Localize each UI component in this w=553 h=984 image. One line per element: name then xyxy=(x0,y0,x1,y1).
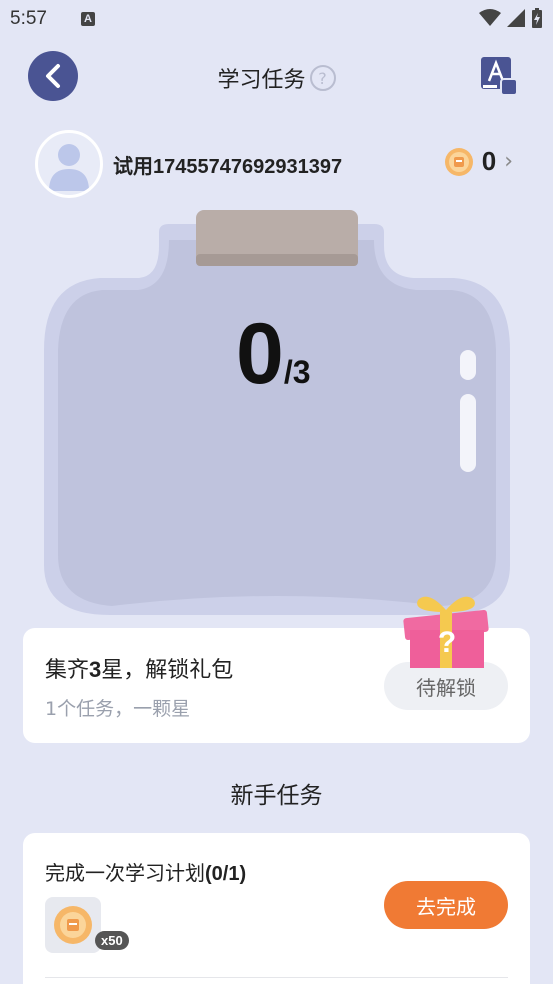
unlock-title: 集齐3星，解锁礼包 xyxy=(45,657,234,683)
coin-balance[interactable]: 0 › xyxy=(444,146,513,177)
user-info-row: 试用17455747692931397 0 › xyxy=(0,130,553,198)
header: 学习任务 ? xyxy=(0,50,553,102)
status-icons xyxy=(479,8,543,28)
reward-item xyxy=(45,897,101,953)
coin-count: 0 xyxy=(481,146,497,176)
status-bar: 5:57 A xyxy=(0,0,553,38)
reward-quantity-badge: x50 xyxy=(95,931,129,950)
page-title-container: 学习任务 ? xyxy=(0,62,553,94)
task-card: 完成一次学习计划(0/1) x50 去完成 xyxy=(23,833,530,984)
avatar[interactable] xyxy=(35,130,103,198)
svg-text:?: ? xyxy=(438,626,456,659)
star-progress-total: /3 xyxy=(283,354,311,390)
username: 试用17455747692931397 xyxy=(113,156,343,178)
coin-icon xyxy=(54,906,92,944)
pending-unlock-button[interactable]: 待解锁 xyxy=(384,662,508,710)
page-title: 学习任务 xyxy=(217,68,306,93)
user-silhouette-icon xyxy=(49,144,89,191)
section-title: 新手任务 xyxy=(230,783,323,809)
coin-icon xyxy=(444,147,473,176)
unlock-subtitle: 1个任务，一颗星 xyxy=(45,698,191,720)
help-icon[interactable]: ? xyxy=(309,65,336,91)
complete-task-button[interactable]: 去完成 xyxy=(384,881,508,929)
gift-box-icon: ? xyxy=(403,596,489,668)
divider xyxy=(45,977,508,978)
task-title: 完成一次学习计划(0/1) xyxy=(45,861,247,885)
wifi-icon xyxy=(479,9,501,26)
translate-icon[interactable] xyxy=(479,55,519,97)
star-jar-illustration xyxy=(44,210,510,615)
chevron-right-icon: › xyxy=(504,149,513,174)
status-time: 5:57 xyxy=(10,8,47,29)
star-progress-current: 0 xyxy=(236,306,284,402)
app-notification-icon: A xyxy=(80,12,95,26)
star-progress: 0/3 xyxy=(236,305,311,404)
battery-icon xyxy=(532,8,542,28)
signal-icon xyxy=(507,9,525,27)
